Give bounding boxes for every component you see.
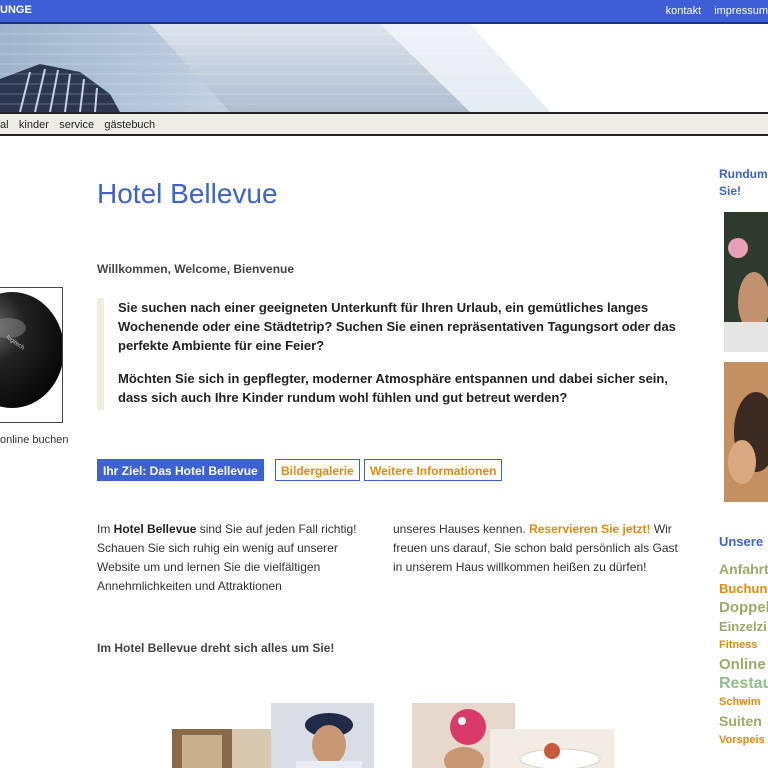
nav-item-al[interactable]: al [0,119,9,131]
nav-item-gaestebuch[interactable]: gästebuch [104,119,155,131]
reserve-now-link[interactable]: Reservieren Sie jetzt! [529,522,650,536]
tag-link[interactable]: Suiten [719,712,768,731]
tag-link[interactable]: Anfahrt [719,560,768,579]
col1-text-start: Im [97,522,114,536]
col1-hotel-name: Hotel Bellevue [113,522,197,536]
nav-item-service[interactable]: service [59,119,94,131]
tab-weitere-informationen[interactable]: Weitere Informationen [364,459,503,481]
tag-cloud-heading: Unsere [719,534,764,549]
online-booking-image[interactable]: logitech [0,287,63,423]
gallery-photo-chef[interactable] [271,703,374,768]
tagline: Im Hotel Bellevue dreht sich alles um Si… [97,641,335,655]
tag-link[interactable]: Einzelzi [719,617,768,636]
nav-item-kinder[interactable]: kinder [19,119,49,131]
tag-cloud: AnfahrtBuchungDoppelEinzelziFitnessOnlin… [719,560,768,750]
right-photo-phone[interactable] [724,362,768,502]
tag-link[interactable]: Doppel [719,598,768,617]
tag-link[interactable]: Buchung [719,579,768,598]
top-bar-brand: UNGE [0,4,32,16]
right-photo-guests[interactable] [724,212,768,352]
intro-quote: Sie suchen nach einer geeigneten Unterku… [97,298,694,410]
gallery-photo-food[interactable] [490,729,614,768]
content-column-1: Im Hotel Bellevue sind Sie auf jeden Fal… [97,520,377,596]
tag-link[interactable]: Fitness [719,636,768,655]
tab-ihr-ziel[interactable]: Ihr Ziel: Das Hotel Bellevue [97,459,264,481]
tab-bildergalerie[interactable]: Bildergalerie [275,459,360,481]
content-column-2: unseres Hauses kennen. Reservieren Sie j… [393,520,685,577]
top-bar: UNGE kontakt impressum [0,0,768,24]
right-heading: Rundum Sie! [719,167,768,198]
kontakt-link[interactable]: kontakt [666,5,701,17]
main-nav: al kinder service gästebuch [0,112,768,136]
impressum-link[interactable]: impressum [714,5,768,17]
tag-link[interactable]: Schwim [719,693,768,712]
header-banner-image [0,24,768,112]
page-title: Hotel Bellevue [97,178,278,209]
top-links: kontakt impressum [656,5,768,17]
online-booking-caption[interactable]: online buchen [0,434,69,446]
col2-text-start: unseres Hauses kennen. [393,522,530,536]
tag-link[interactable]: Vorspeis [719,731,768,750]
welcome-heading: Willkommen, Welcome, Bienvenue [97,262,295,276]
tag-link[interactable]: Restau [719,674,768,693]
intro-paragraph-1: Sie suchen nach einer geeigneten Unterku… [118,300,676,353]
intro-paragraph-2: Möchten Sie sich in gepflegter, moderner… [118,371,668,405]
tag-link[interactable]: Online [719,655,768,674]
